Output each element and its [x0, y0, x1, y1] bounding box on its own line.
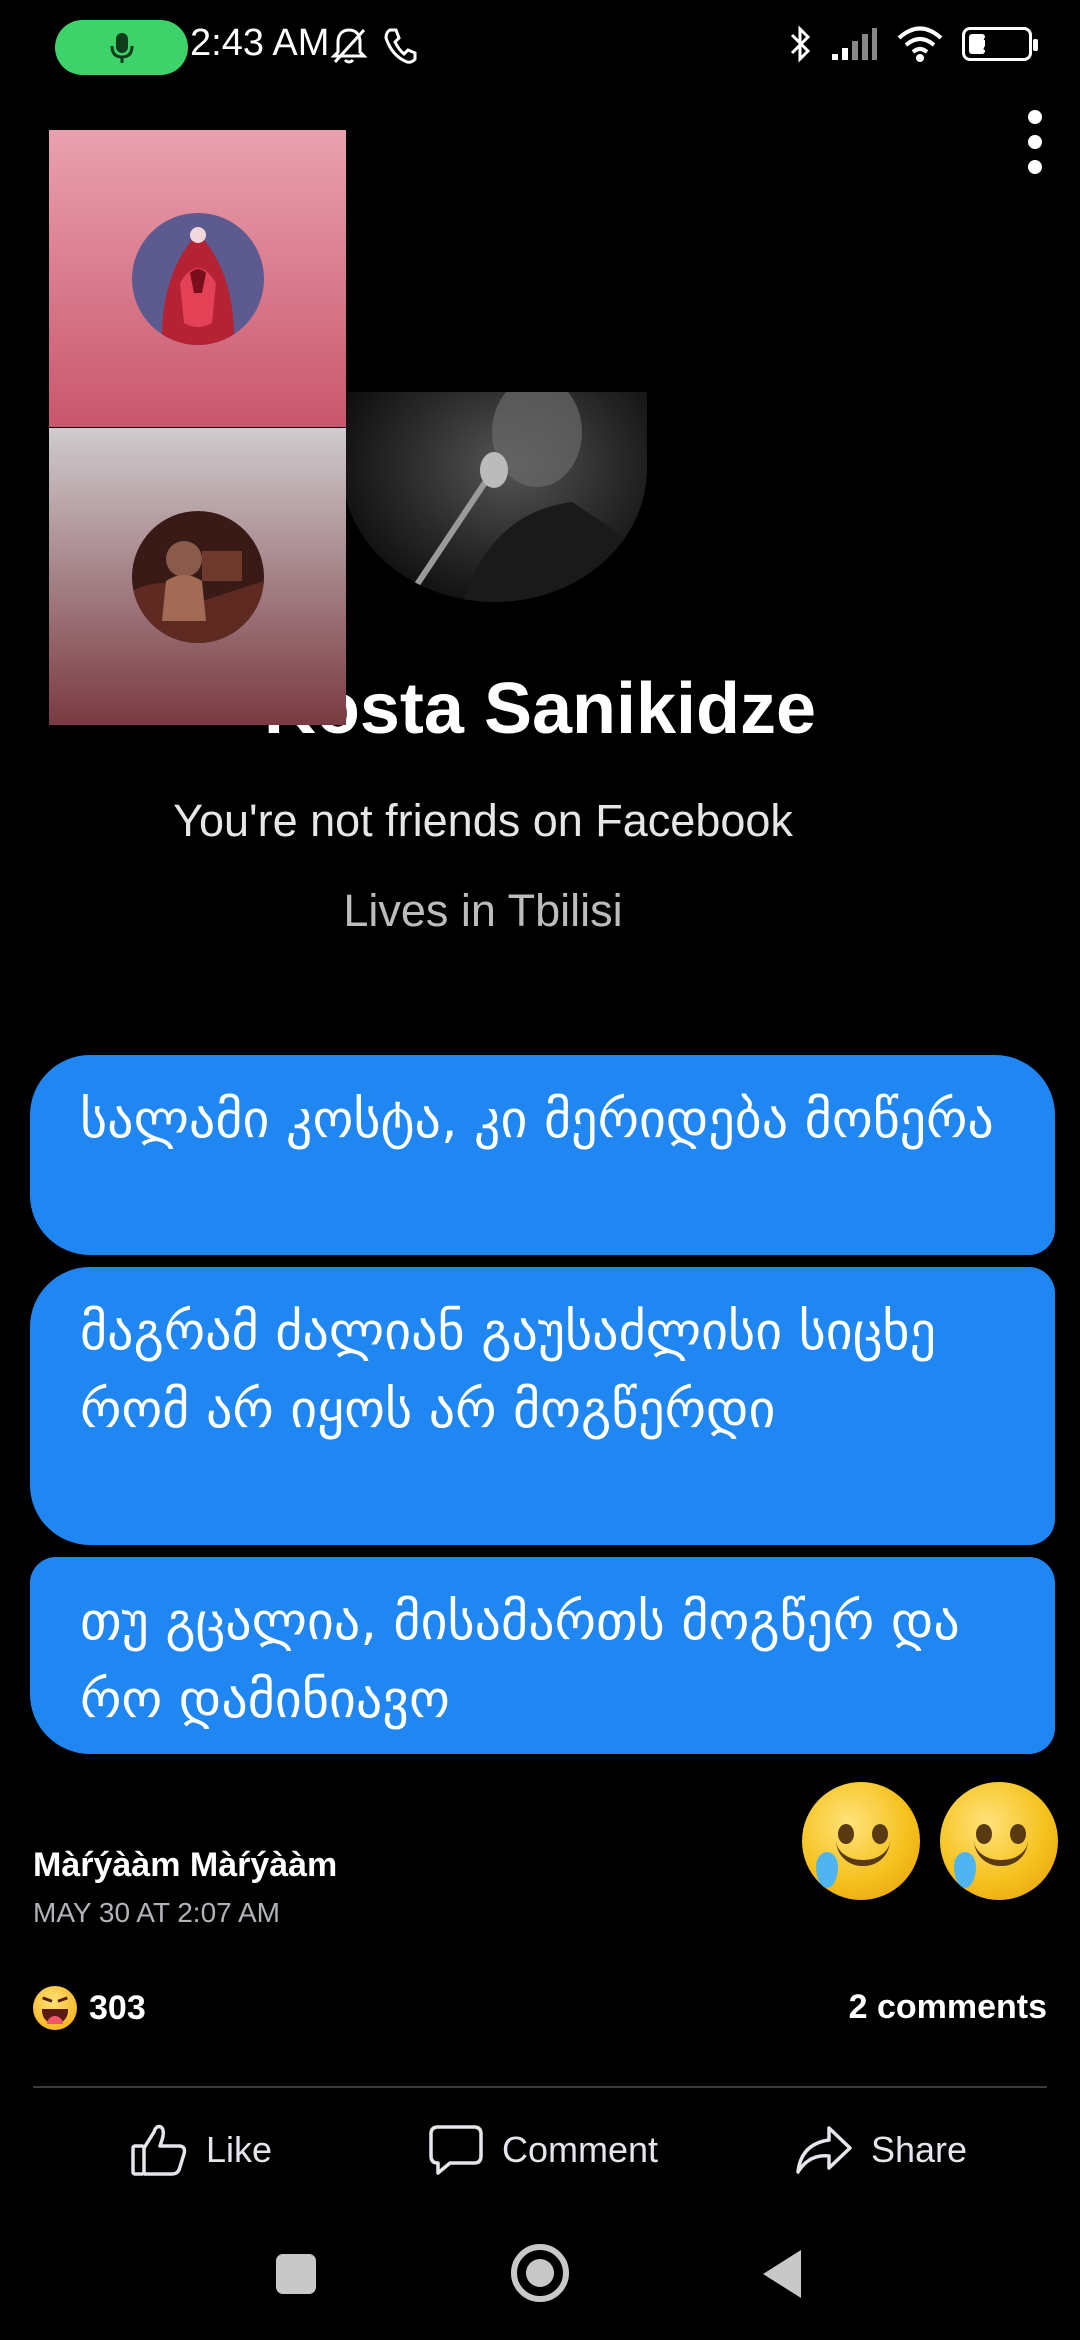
comments-count-link[interactable]: 2 comments	[849, 1988, 1047, 2027]
share-button[interactable]: Share	[795, 2115, 967, 2185]
recents-icon[interactable]	[276, 2254, 316, 2294]
message-bubble[interactable]: თუ გცალია, მისამართს მოგწერ და რო დამინი…	[30, 1557, 1055, 1754]
comment-bubble-icon	[429, 2125, 483, 2175]
post-timestamp[interactable]: MAY 30 AT 2:07 AM	[33, 1897, 280, 1929]
phone-icon	[384, 28, 417, 64]
battery-level: 25	[983, 32, 1006, 55]
message-bubble[interactable]: სალამი კოსტა, კი მერიდება მოწერა	[30, 1055, 1055, 1255]
reactions-summary[interactable]: 303	[33, 1986, 146, 2030]
post-action-bar: Like Comment Share	[0, 2115, 1080, 2185]
home-icon[interactable]	[511, 2244, 569, 2302]
post-author[interactable]: Màŕýààm Màŕýààm	[33, 1846, 337, 1885]
share-label: Share	[871, 2129, 968, 2170]
share-arrow-icon	[796, 2126, 852, 2174]
friend-status-text: You're not friends on Facebook	[173, 795, 793, 846]
location-text: Lives in Tbilisi	[343, 885, 623, 936]
status-right-icons: 25	[788, 24, 1038, 64]
more-options-button[interactable]	[1020, 110, 1050, 174]
bluetooth-icon	[790, 25, 811, 63]
emoji-row	[802, 1782, 1058, 1900]
signal-icon	[832, 28, 877, 60]
like-label: Like	[206, 2129, 273, 2170]
like-button[interactable]: Like	[130, 2115, 272, 2185]
participant-avatar-2	[131, 510, 264, 643]
back-icon[interactable]	[763, 2250, 801, 2298]
mic-active-indicator[interactable]	[55, 20, 188, 75]
battery-icon: 25	[962, 27, 1038, 61]
message-bubble[interactable]: მაგრამ ძალიან გაუსაძლისი სიცხე რომ არ იყ…	[30, 1267, 1055, 1545]
call-participant-tile-2[interactable]	[49, 428, 346, 725]
comment-button[interactable]: Comment	[428, 2115, 658, 2185]
smiling-face-with-tear-icon	[802, 1782, 920, 1900]
status-time: 2:43 AM	[190, 22, 330, 64]
dot	[1028, 110, 1042, 124]
system-nav-bar	[0, 2230, 1080, 2320]
comment-label: Comment	[502, 2129, 659, 2170]
reaction-count: 303	[89, 1988, 146, 2027]
profile-photo[interactable]	[342, 392, 647, 602]
status-bar: 2:43 AM 25	[0, 0, 1080, 100]
mic-icon	[110, 32, 133, 63]
smiling-face-with-tear-icon	[940, 1782, 1058, 1900]
status-left-icons	[330, 26, 418, 66]
participant-avatar-1	[131, 212, 264, 345]
thumbs-up-icon	[131, 2124, 187, 2176]
dot	[1028, 135, 1042, 149]
haha-icon	[33, 1986, 77, 2030]
bell-muted-icon	[330, 28, 368, 64]
divider	[33, 2086, 1047, 2088]
dot	[1028, 160, 1042, 174]
call-participant-tile-1[interactable]	[49, 130, 346, 427]
wifi-icon	[897, 26, 943, 62]
